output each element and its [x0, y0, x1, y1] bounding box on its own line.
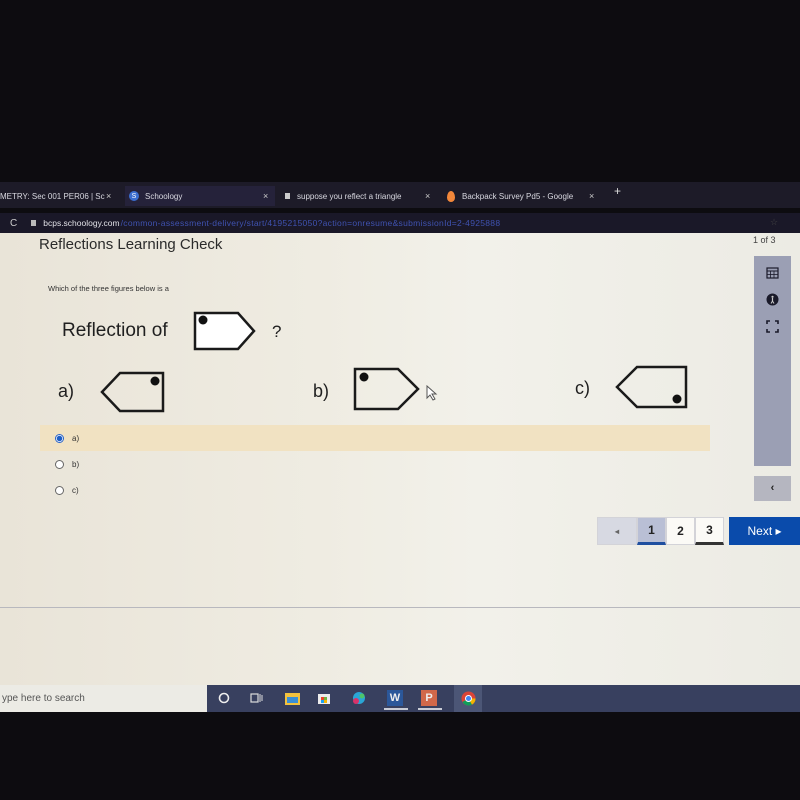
- tab-schoology[interactable]: S Schoology ×: [125, 186, 275, 206]
- answer-label: a): [72, 433, 80, 443]
- tab-backpack-survey[interactable]: Backpack Survey Pd5 - Google ×: [447, 186, 607, 206]
- next-button[interactable]: Next ▸: [729, 517, 800, 545]
- file-explorer-icon[interactable]: [284, 690, 300, 706]
- url-domain: bcps.schoology.com: [43, 218, 120, 228]
- page-1-button[interactable]: 1: [637, 517, 666, 545]
- word-active-indicator: [384, 708, 408, 710]
- page-2-button[interactable]: 2: [666, 517, 695, 545]
- tab-label: METRY: Sec 001 PER06 | Sc: [0, 191, 105, 201]
- pagination: ◂ 1 2 3: [597, 517, 724, 549]
- option-c-shape-dot: [672, 394, 682, 404]
- mouse-cursor-icon: [426, 385, 438, 401]
- chrome-icon[interactable]: [454, 685, 482, 712]
- schoology-logo-icon: S: [129, 191, 139, 201]
- option-a-shape-dot: [150, 376, 160, 386]
- url-path: /common-assessment-delivery/start/419521…: [120, 218, 501, 228]
- taskbar-search-input[interactable]: ype here to search: [0, 685, 207, 712]
- option-c-label: c): [575, 378, 590, 398]
- close-icon[interactable]: ×: [589, 191, 594, 201]
- option-b-label: b): [313, 381, 330, 401]
- reference-shape-dot: [198, 315, 208, 325]
- close-icon[interactable]: ×: [425, 191, 430, 201]
- page-title: Reflections Learning Check: [39, 236, 223, 253]
- radio-button[interactable]: [55, 485, 64, 495]
- tab-label: Backpack Survey Pd5 - Google: [462, 191, 574, 201]
- answer-option-b[interactable]: b): [40, 451, 710, 477]
- option-a-figure: [100, 371, 165, 413]
- close-icon[interactable]: ×: [106, 191, 111, 201]
- tab-label: suppose you reflect a triangle: [297, 191, 402, 201]
- question-text: Which of the three figures below is a: [48, 284, 169, 293]
- radio-button-selected[interactable]: [55, 433, 64, 443]
- answer-label: b): [72, 459, 80, 469]
- previous-page-button[interactable]: ◂: [597, 517, 637, 545]
- bookmark-star-icon[interactable]: ☆: [770, 217, 778, 228]
- fullscreen-icon[interactable]: [766, 320, 779, 333]
- option-a-label: a): [58, 381, 75, 401]
- option-b-shape-dot: [359, 372, 369, 382]
- new-tab-button[interactable]: +: [614, 184, 621, 198]
- forms-icon: [447, 190, 455, 202]
- tab-geometry[interactable]: METRY: Sec 001 PER06 | Sc ×: [0, 186, 120, 206]
- radio-button[interactable]: [55, 459, 64, 469]
- close-icon[interactable]: ×: [263, 191, 268, 201]
- question-mark: ?: [272, 322, 282, 341]
- edge-icon[interactable]: [350, 690, 366, 706]
- option-c-figure: [615, 365, 688, 409]
- reference-figure: [193, 311, 256, 351]
- section-divider: [0, 607, 800, 608]
- task-view-icon[interactable]: [248, 690, 264, 706]
- accessibility-icon[interactable]: [766, 293, 779, 306]
- page-3-button[interactable]: 3: [695, 517, 724, 545]
- collapse-panel-button[interactable]: ‹: [754, 476, 791, 501]
- calendar-icon[interactable]: [766, 266, 779, 279]
- windows-taskbar: ype here to search W P: [0, 685, 800, 712]
- word-icon[interactable]: W: [387, 690, 403, 706]
- answer-label: c): [72, 485, 79, 495]
- address-bar[interactable]: C bcps.schoology.com /common-assessment-…: [0, 213, 800, 233]
- browser-tab-bar: METRY: Sec 001 PER06 | Sc × S Schoology …: [0, 182, 800, 208]
- answer-option-a[interactable]: a): [40, 425, 710, 451]
- tab-label: Schoology: [145, 191, 183, 201]
- answer-option-c[interactable]: c): [40, 477, 710, 503]
- assessment-page: Reflections Learning Check 1 of 3 Which …: [0, 233, 800, 688]
- answer-choices: a) b) c): [40, 425, 710, 503]
- reload-icon[interactable]: C: [10, 218, 17, 229]
- reflection-label: Reflection of: [62, 320, 168, 341]
- document-icon: [285, 193, 290, 199]
- powerpoint-active-indicator: [418, 708, 442, 710]
- tab-reflect-triangle[interactable]: suppose you reflect a triangle ×: [285, 186, 435, 206]
- cortana-icon[interactable]: [216, 690, 232, 706]
- tools-panel: [754, 256, 791, 466]
- lock-icon: [31, 220, 37, 226]
- store-icon[interactable]: [316, 690, 332, 706]
- option-b-figure: [353, 367, 420, 411]
- question-counter: 1 of 3: [753, 235, 776, 245]
- powerpoint-icon[interactable]: P: [421, 690, 437, 706]
